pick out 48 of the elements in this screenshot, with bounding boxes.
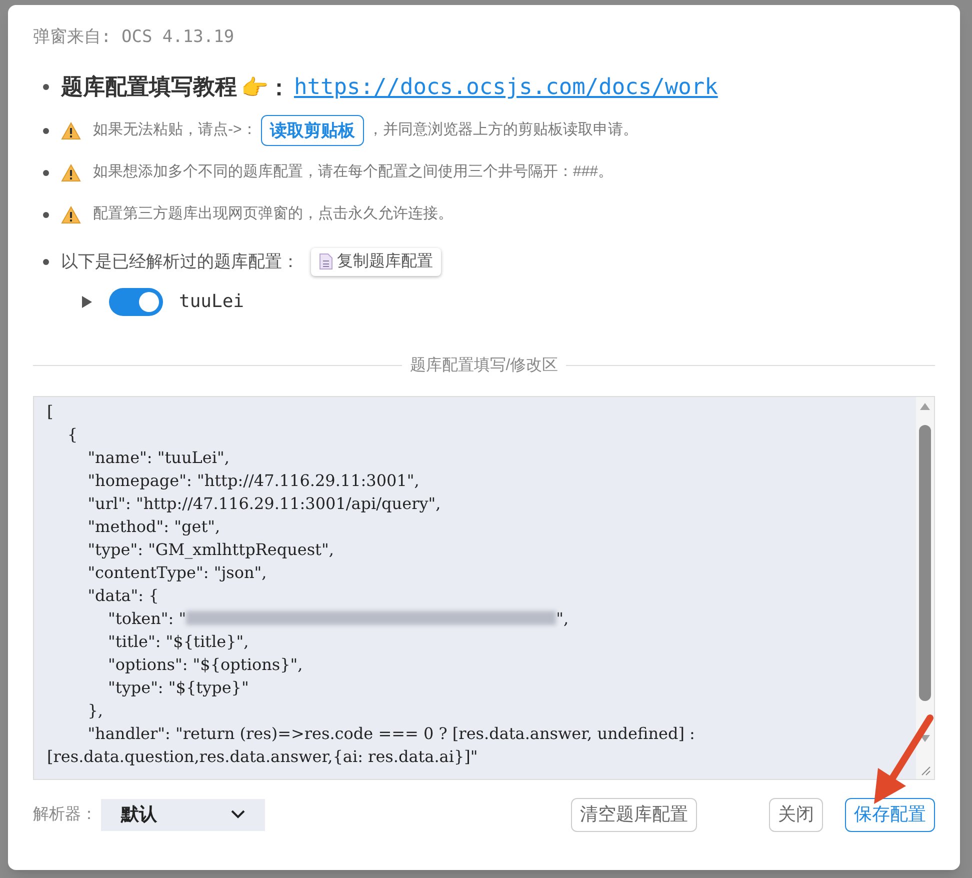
document-icon [319, 253, 333, 270]
expand-triangle-icon[interactable] [81, 294, 93, 308]
bullet [43, 212, 49, 218]
config-name: tuuLei [179, 290, 244, 314]
code-line: "contentType": "json", [86, 562, 268, 584]
note-text: 如果无法粘贴，请点->： [93, 120, 257, 140]
code-line: "method": "get", [86, 516, 222, 538]
note-text: 如果想添加多个不同的题库配置，请在每个配置之间使用三个井号隔开：###。 [93, 162, 614, 182]
pointing-hand-emoji: 👉 [241, 74, 268, 102]
code-line: "homepage": "http://47.116.29.11:3001", [86, 470, 420, 492]
bullet [43, 258, 49, 264]
bullet [43, 84, 49, 90]
read-clipboard-button[interactable]: 读取剪贴板 [260, 114, 364, 146]
code-line: "url": "http://47.116.29.11:3001/api/query", [86, 492, 442, 514]
source-label: 弹窗来自: OCS 4.13.19 [33, 26, 234, 49]
chevron-down-icon [231, 810, 245, 819]
code-line: "handler": "return (res)=>res.code === 0 ? [res.data.answer, undefined] : [res.data.question,res.data.answer,{ai: res.data.ai}]" [47, 722, 696, 768]
code-line: "data": { [86, 584, 160, 606]
bullet [43, 170, 49, 176]
clear-button[interactable]: 清空题库配置 [571, 798, 697, 832]
parser-select[interactable]: 默认 [101, 798, 265, 830]
code-line: { [66, 424, 79, 446]
code-line: }, [86, 700, 104, 722]
warning-icon [61, 122, 81, 140]
warning-icon [61, 206, 81, 224]
copy-config-button[interactable]: 复制题库配置 [311, 248, 441, 276]
bullet [43, 128, 49, 134]
colon-text: ： [268, 74, 290, 102]
warning-icon [61, 164, 81, 182]
code-line: "type": "GM_xmlhttpRequest", [86, 538, 335, 560]
code-line: "name": "tuuLei", [86, 446, 230, 468]
section-label: 题库配置填写/修改区 [410, 356, 558, 376]
code-line: "options": "${options}", [107, 654, 304, 676]
close-button[interactable]: 关闭 [769, 798, 823, 832]
tutorial-label: 题库配置填写教程 [61, 72, 237, 102]
scrollbar-drawing[interactable] [916, 396, 934, 778]
code-line: ", [556, 608, 569, 630]
code-line: [ [47, 400, 54, 422]
toggle-switch[interactable] [109, 288, 163, 316]
parser-label: 解析器： [33, 804, 97, 824]
parsed-label: 以下是已经解析过的题库配置： [61, 250, 299, 273]
code-line: "token": " [107, 608, 186, 630]
code-line: "title": "${title}", [107, 630, 250, 652]
config-editor[interactable] [33, 396, 935, 780]
note-text: ，并同意浏览器上方的剪贴板读取申请。 [368, 120, 638, 140]
code-line: "type": "${type}" [107, 676, 250, 698]
note-text: 配置第三方题库出现网页弹窗的，点击永久允许连接。 [93, 204, 453, 224]
docs-link[interactable]: https://docs.ocsjs.com/docs/work [294, 70, 718, 104]
